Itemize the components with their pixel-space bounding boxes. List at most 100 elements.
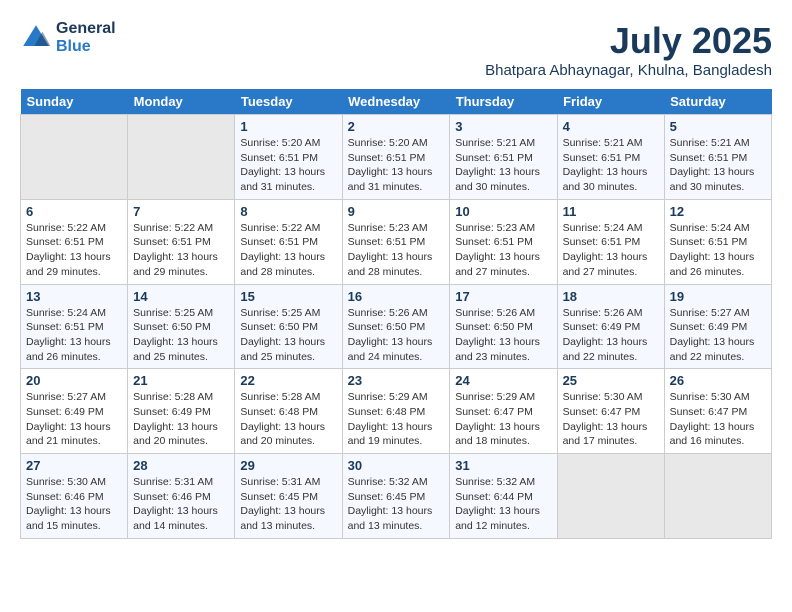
day-info: Sunrise: 5:22 AM Sunset: 6:51 PM Dayligh… — [26, 221, 122, 280]
calendar-cell: 15 Sunrise: 5:25 AM Sunset: 6:50 PM Dayli… — [235, 284, 342, 369]
day-info: Sunrise: 5:23 AM Sunset: 6:51 PM Dayligh… — [348, 221, 445, 280]
day-number: 26 — [670, 373, 766, 388]
calendar-cell: 27 Sunrise: 5:30 AM Sunset: 6:46 PM Dayli… — [21, 454, 128, 539]
calendar-week-row: 13Sunrise: 5:24 AM Sunset: 6:51 PM Dayli… — [21, 284, 772, 369]
calendar-cell: 10Sunrise: 5:23 AM Sunset: 6:51 PM Dayli… — [450, 199, 557, 284]
location-subtitle: Bhatpara Abhaynagar, Khulna, Bangladesh — [485, 62, 772, 79]
header-sunday: Sunday — [21, 89, 128, 115]
calendar-cell: 31Sunrise: 5:32 AM Sunset: 6:44 PM Dayli… — [450, 454, 557, 539]
day-info: Sunrise: 5:26 AM Sunset: 6:50 PM Dayligh… — [455, 306, 551, 365]
day-number: 13 — [26, 289, 122, 304]
calendar-cell: 21Sunrise: 5:28 AM Sunset: 6:49 PM Dayli… — [128, 369, 235, 454]
month-year-title: July 2025 — [485, 20, 772, 62]
day-number: 1 — [240, 119, 336, 134]
day-number: 24 — [455, 373, 551, 388]
calendar-cell: 25 Sunrise: 5:30 AM Sunset: 6:47 PM Dayli… — [557, 369, 664, 454]
day-number: 12 — [670, 204, 766, 219]
calendar-cell: 13Sunrise: 5:24 AM Sunset: 6:51 PM Dayli… — [21, 284, 128, 369]
calendar-cell: 23 Sunrise: 5:29 AM Sunset: 6:48 PM Dayli… — [342, 369, 450, 454]
day-info: Sunrise: 5:25 AM Sunset: 6:50 PM Dayligh… — [240, 306, 336, 365]
calendar-cell — [664, 454, 771, 539]
header-thursday: Thursday — [450, 89, 557, 115]
day-info: Sunrise: 5:28 AM Sunset: 6:49 PM Dayligh… — [133, 390, 229, 449]
logo-text: General Blue — [56, 20, 116, 55]
calendar-cell: 19Sunrise: 5:27 AM Sunset: 6:49 PM Dayli… — [664, 284, 771, 369]
day-number: 25 — [563, 373, 659, 388]
page-header: General Blue July 2025 Bhatpara Abhaynag… — [20, 20, 772, 79]
day-info: Sunrise: 5:24 AM Sunset: 6:51 PM Dayligh… — [563, 221, 659, 280]
calendar-cell: 12 Sunrise: 5:24 AM Sunset: 6:51 PM Dayli… — [664, 199, 771, 284]
calendar-week-row: 20 Sunrise: 5:27 AM Sunset: 6:49 PM Dayli… — [21, 369, 772, 454]
day-number: 6 — [26, 204, 122, 219]
calendar-cell: 26 Sunrise: 5:30 AM Sunset: 6:47 PM Dayli… — [664, 369, 771, 454]
day-number: 20 — [26, 373, 122, 388]
calendar-cell — [21, 115, 128, 200]
calendar-cell: 2Sunrise: 5:20 AM Sunset: 6:51 PM Daylig… — [342, 115, 450, 200]
calendar-cell: 8 Sunrise: 5:22 AM Sunset: 6:51 PM Daylig… — [235, 199, 342, 284]
day-number: 10 — [455, 204, 551, 219]
day-number: 5 — [670, 119, 766, 134]
header-monday: Monday — [128, 89, 235, 115]
day-info: Sunrise: 5:22 AM Sunset: 6:51 PM Dayligh… — [240, 221, 336, 280]
day-number: 27 — [26, 458, 122, 473]
calendar-week-row: 6 Sunrise: 5:22 AM Sunset: 6:51 PM Daylig… — [21, 199, 772, 284]
day-info: Sunrise: 5:30 AM Sunset: 6:47 PM Dayligh… — [563, 390, 659, 449]
day-info: Sunrise: 5:30 AM Sunset: 6:47 PM Dayligh… — [670, 390, 766, 449]
day-number: 7 — [133, 204, 229, 219]
calendar-cell: 30 Sunrise: 5:32 AM Sunset: 6:45 PM Dayli… — [342, 454, 450, 539]
header-saturday: Saturday — [664, 89, 771, 115]
day-number: 15 — [240, 289, 336, 304]
day-info: Sunrise: 5:31 AM Sunset: 6:45 PM Dayligh… — [240, 475, 336, 534]
calendar-header-row: SundayMondayTuesdayWednesdayThursdayFrid… — [21, 89, 772, 115]
day-info: Sunrise: 5:22 AM Sunset: 6:51 PM Dayligh… — [133, 221, 229, 280]
logo: General Blue — [20, 20, 116, 55]
day-info: Sunrise: 5:25 AM Sunset: 6:50 PM Dayligh… — [133, 306, 229, 365]
calendar-cell: 7 Sunrise: 5:22 AM Sunset: 6:51 PM Daylig… — [128, 199, 235, 284]
calendar-cell: 1Sunrise: 5:20 AM Sunset: 6:51 PM Daylig… — [235, 115, 342, 200]
calendar-cell: 20 Sunrise: 5:27 AM Sunset: 6:49 PM Dayli… — [21, 369, 128, 454]
day-number: 17 — [455, 289, 551, 304]
day-info: Sunrise: 5:29 AM Sunset: 6:47 PM Dayligh… — [455, 390, 551, 449]
day-number: 14 — [133, 289, 229, 304]
calendar-cell: 5 Sunrise: 5:21 AM Sunset: 6:51 PM Daylig… — [664, 115, 771, 200]
calendar-cell: 28 Sunrise: 5:31 AM Sunset: 6:46 PM Dayli… — [128, 454, 235, 539]
header-wednesday: Wednesday — [342, 89, 450, 115]
title-section: July 2025 Bhatpara Abhaynagar, Khulna, B… — [485, 20, 772, 79]
day-info: Sunrise: 5:21 AM Sunset: 6:51 PM Dayligh… — [670, 136, 766, 195]
calendar-cell — [557, 454, 664, 539]
day-number: 18 — [563, 289, 659, 304]
day-info: Sunrise: 5:27 AM Sunset: 6:49 PM Dayligh… — [670, 306, 766, 365]
calendar-cell: 18 Sunrise: 5:26 AM Sunset: 6:49 PM Dayli… — [557, 284, 664, 369]
day-number: 28 — [133, 458, 229, 473]
calendar-cell: 11 Sunrise: 5:24 AM Sunset: 6:51 PM Dayli… — [557, 199, 664, 284]
day-number: 9 — [348, 204, 445, 219]
calendar-cell: 22 Sunrise: 5:28 AM Sunset: 6:48 PM Dayli… — [235, 369, 342, 454]
calendar-cell: 3Sunrise: 5:21 AM Sunset: 6:51 PM Daylig… — [450, 115, 557, 200]
calendar-cell: 14 Sunrise: 5:25 AM Sunset: 6:50 PM Dayli… — [128, 284, 235, 369]
day-info: Sunrise: 5:26 AM Sunset: 6:50 PM Dayligh… — [348, 306, 445, 365]
day-info: Sunrise: 5:21 AM Sunset: 6:51 PM Dayligh… — [455, 136, 551, 195]
calendar-cell — [128, 115, 235, 200]
day-number: 30 — [348, 458, 445, 473]
day-info: Sunrise: 5:29 AM Sunset: 6:48 PM Dayligh… — [348, 390, 445, 449]
day-info: Sunrise: 5:28 AM Sunset: 6:48 PM Dayligh… — [240, 390, 336, 449]
day-info: Sunrise: 5:32 AM Sunset: 6:45 PM Dayligh… — [348, 475, 445, 534]
calendar-cell: 4Sunrise: 5:21 AM Sunset: 6:51 PM Daylig… — [557, 115, 664, 200]
day-info: Sunrise: 5:24 AM Sunset: 6:51 PM Dayligh… — [670, 221, 766, 280]
day-info: Sunrise: 5:27 AM Sunset: 6:49 PM Dayligh… — [26, 390, 122, 449]
day-number: 11 — [563, 204, 659, 219]
day-number: 8 — [240, 204, 336, 219]
day-number: 29 — [240, 458, 336, 473]
day-info: Sunrise: 5:20 AM Sunset: 6:51 PM Dayligh… — [348, 136, 445, 195]
day-info: Sunrise: 5:21 AM Sunset: 6:51 PM Dayligh… — [563, 136, 659, 195]
calendar-week-row: 27 Sunrise: 5:30 AM Sunset: 6:46 PM Dayli… — [21, 454, 772, 539]
day-info: Sunrise: 5:26 AM Sunset: 6:49 PM Dayligh… — [563, 306, 659, 365]
header-tuesday: Tuesday — [235, 89, 342, 115]
logo-line1: General — [56, 20, 116, 38]
calendar-cell: 17 Sunrise: 5:26 AM Sunset: 6:50 PM Dayli… — [450, 284, 557, 369]
day-info: Sunrise: 5:31 AM Sunset: 6:46 PM Dayligh… — [133, 475, 229, 534]
calendar-cell: 6 Sunrise: 5:22 AM Sunset: 6:51 PM Daylig… — [21, 199, 128, 284]
day-info: Sunrise: 5:30 AM Sunset: 6:46 PM Dayligh… — [26, 475, 122, 534]
day-number: 23 — [348, 373, 445, 388]
day-number: 22 — [240, 373, 336, 388]
